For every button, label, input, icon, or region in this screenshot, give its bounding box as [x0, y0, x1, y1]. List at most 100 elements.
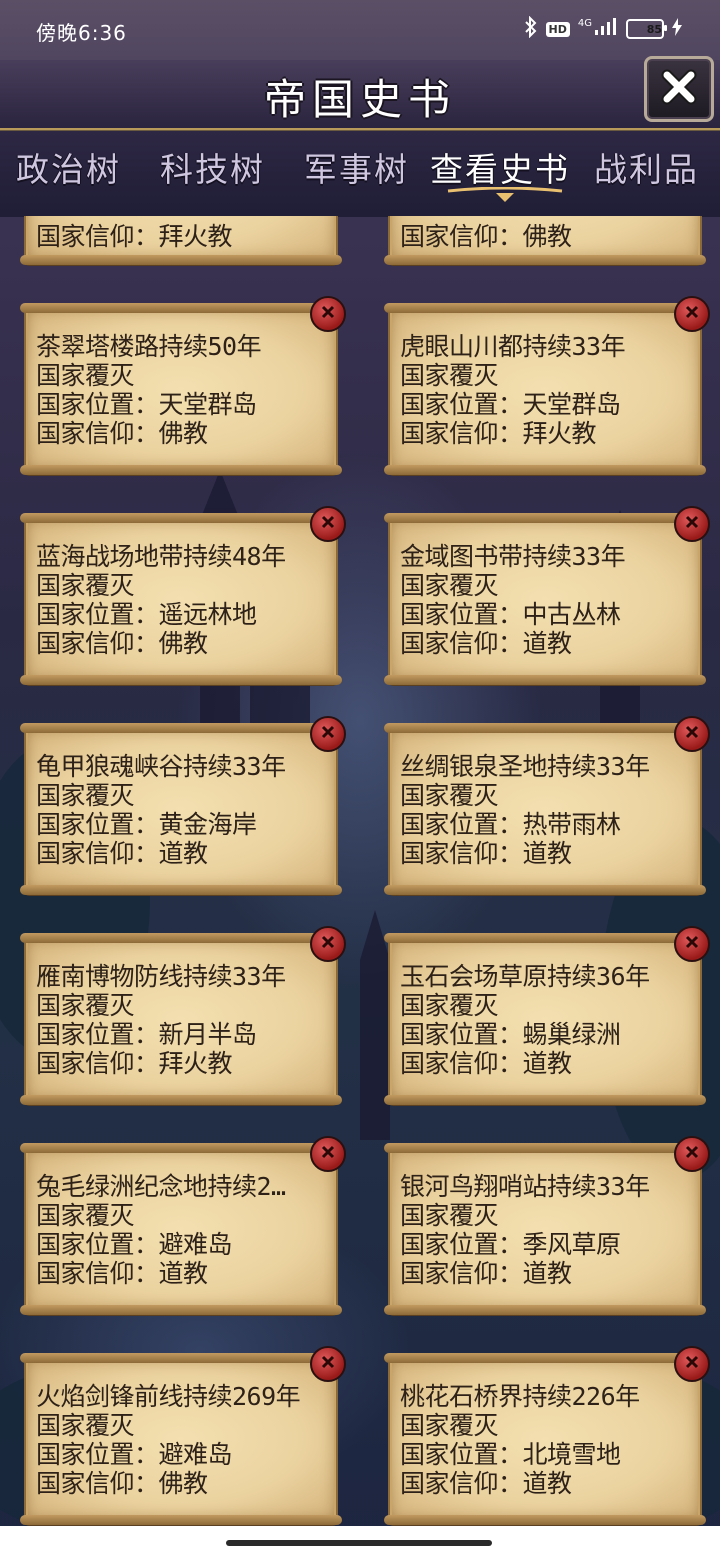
status-time: 傍晚6:36	[36, 21, 127, 45]
close-button[interactable]	[644, 56, 714, 122]
card-location: 国家位置：避难岛	[36, 1230, 233, 1259]
active-tab-indicator	[447, 187, 563, 202]
close-icon	[318, 932, 338, 956]
history-card[interactable]: 桃花石桥界持续226年 国家覆灭 国家位置：北境雪地 国家信仰：道教	[384, 1346, 710, 1525]
card-status: 国家覆灭	[400, 781, 499, 810]
card-status: 国家覆灭	[400, 571, 499, 600]
delete-record-button[interactable]	[674, 1346, 710, 1382]
card-faith: 国家信仰：拜火教	[36, 1049, 233, 1078]
close-icon	[682, 932, 702, 956]
card-status: 国家覆灭	[36, 571, 135, 600]
card-faith: 国家信仰：道教	[400, 1469, 572, 1498]
close-icon	[318, 722, 338, 746]
card-title: 丝绸银泉圣地持续33年	[400, 752, 650, 781]
card-location: 国家位置：蜴巢绿洲	[400, 1020, 621, 1049]
tab-tech-tree[interactable]: 科技树	[160, 143, 265, 191]
status-icons: HD 4G 85	[524, 15, 682, 42]
close-icon	[682, 722, 702, 746]
network-label: 4G	[577, 17, 592, 29]
card-location: 国家位置：季风草原	[400, 1230, 621, 1259]
card-status: 国家覆灭	[400, 1411, 499, 1440]
delete-record-button[interactable]	[674, 506, 710, 542]
charging-icon	[672, 18, 682, 40]
close-icon	[318, 512, 338, 536]
history-card[interactable]: 雁南博物防线持续33年 国家覆灭 国家位置：新月半岛 国家信仰：拜火教	[20, 926, 346, 1105]
card-title: 金域图书带持续33年	[400, 542, 626, 571]
close-icon	[682, 1142, 702, 1166]
card-faith: 国家信仰：道教	[400, 1259, 572, 1288]
delete-record-button[interactable]	[310, 1346, 346, 1382]
home-indicator[interactable]	[226, 1540, 492, 1546]
close-icon	[682, 302, 702, 326]
card-location: 国家位置：天堂群岛	[400, 390, 621, 419]
status-bar: 傍晚6:36 HD 4G 85	[0, 0, 720, 60]
history-card[interactable]: 银河鸟翔哨站持续33年 国家覆灭 国家位置：季风草原 国家信仰：道教	[384, 1136, 710, 1315]
tab-politics-tree[interactable]: 政治树	[16, 143, 121, 191]
history-list[interactable]: 国家信仰：拜火教 国家信仰：佛教 茶翠塔楼路持续50年 国家覆灭 国家位置：天堂…	[0, 216, 720, 1526]
delete-record-button[interactable]	[310, 716, 346, 752]
history-card[interactable]: 茶翠塔楼路持续50年 国家覆灭 国家位置：天堂群岛 国家信仰：佛教	[20, 296, 346, 475]
card-status: 国家覆灭	[36, 1411, 135, 1440]
card-faith: 国家信仰：佛教	[400, 222, 572, 251]
close-icon	[660, 68, 698, 110]
history-card[interactable]: 龟甲狼魂峡谷持续33年 国家覆灭 国家位置：黄金海岸 国家信仰：道教	[20, 716, 346, 895]
card-faith: 国家信仰：道教	[400, 629, 572, 658]
close-icon	[682, 512, 702, 536]
delete-record-button[interactable]	[310, 1136, 346, 1172]
card-faith: 国家信仰：道教	[36, 1259, 208, 1288]
card-faith: 国家信仰：佛教	[36, 629, 208, 658]
history-card[interactable]: 金域图书带持续33年 国家覆灭 国家位置：中古丛林 国家信仰：道教	[384, 506, 710, 685]
system-nav-bar	[0, 1526, 720, 1560]
delete-record-button[interactable]	[674, 296, 710, 332]
card-status: 国家覆灭	[36, 781, 135, 810]
card-location: 国家位置：中古丛林	[400, 600, 621, 629]
card-faith: 国家信仰：拜火教	[36, 222, 233, 251]
card-faith: 国家信仰：道教	[400, 1049, 572, 1078]
card-title: 蓝海战场地带持续48年	[36, 542, 286, 571]
card-faith: 国家信仰：佛教	[36, 419, 208, 448]
card-status: 国家覆灭	[36, 1201, 135, 1230]
card-location: 国家位置：新月半岛	[36, 1020, 257, 1049]
delete-record-button[interactable]	[310, 296, 346, 332]
hd-badge: HD	[545, 21, 570, 37]
close-icon	[318, 302, 338, 326]
card-title: 雁南博物防线持续33年	[36, 962, 286, 991]
tab-bar: 政治树 科技树 军事树 查看史书 战利品	[0, 130, 720, 217]
card-title: 龟甲狼魂峡谷持续33年	[36, 752, 286, 781]
card-title: 银河鸟翔哨站持续33年	[400, 1172, 650, 1201]
tab-view-history[interactable]: 查看史书	[430, 143, 570, 191]
card-location: 国家位置：避难岛	[36, 1440, 233, 1469]
close-icon	[318, 1352, 338, 1376]
delete-record-button[interactable]	[310, 506, 346, 542]
card-status: 国家覆灭	[400, 1201, 499, 1230]
delete-record-button[interactable]	[674, 1136, 710, 1172]
tab-military-tree[interactable]: 军事树	[304, 143, 409, 191]
card-title: 虎眼山川都持续33年	[400, 332, 626, 361]
header: 帝国史书	[0, 56, 720, 130]
close-icon	[682, 1352, 702, 1376]
history-card[interactable]: 丝绸银泉圣地持续33年 国家覆灭 国家位置：热带雨林 国家信仰：道教	[384, 716, 710, 895]
history-card[interactable]: 火焰剑锋前线持续269年 国家覆灭 国家位置：避难岛 国家信仰：佛教	[20, 1346, 346, 1525]
history-card[interactable]: 兔毛绿洲纪念地持续2… 国家覆灭 国家位置：避难岛 国家信仰：道教	[20, 1136, 346, 1315]
delete-record-button[interactable]	[674, 926, 710, 962]
history-card[interactable]: 玉石会场草原持续36年 国家覆灭 国家位置：蜴巢绿洲 国家信仰：道教	[384, 926, 710, 1105]
history-card[interactable]: 虎眼山川都持续33年 国家覆灭 国家位置：天堂群岛 国家信仰：拜火教	[384, 296, 710, 475]
card-status: 国家覆灭	[36, 361, 135, 390]
close-icon	[318, 1142, 338, 1166]
delete-record-button[interactable]	[310, 926, 346, 962]
battery-level: 85	[646, 22, 662, 36]
signal-icon	[594, 18, 618, 40]
tab-trophies[interactable]: 战利品	[594, 143, 699, 191]
history-card[interactable]: 国家信仰：拜火教	[20, 216, 342, 265]
card-location: 国家位置：热带雨林	[400, 810, 621, 839]
battery-icon: 85	[626, 19, 667, 39]
card-faith: 国家信仰：佛教	[36, 1469, 208, 1498]
history-card[interactable]: 蓝海战场地带持续48年 国家覆灭 国家位置：遥远林地 国家信仰：佛教	[20, 506, 346, 685]
card-title: 茶翠塔楼路持续50年	[36, 332, 262, 361]
card-title: 玉石会场草原持续36年	[400, 962, 650, 991]
history-card[interactable]: 国家信仰：佛教	[384, 216, 706, 265]
card-location: 国家位置：黄金海岸	[36, 810, 257, 839]
card-title: 火焰剑锋前线持续269年	[36, 1382, 301, 1411]
delete-record-button[interactable]	[674, 716, 710, 752]
card-status: 国家覆灭	[36, 991, 135, 1020]
